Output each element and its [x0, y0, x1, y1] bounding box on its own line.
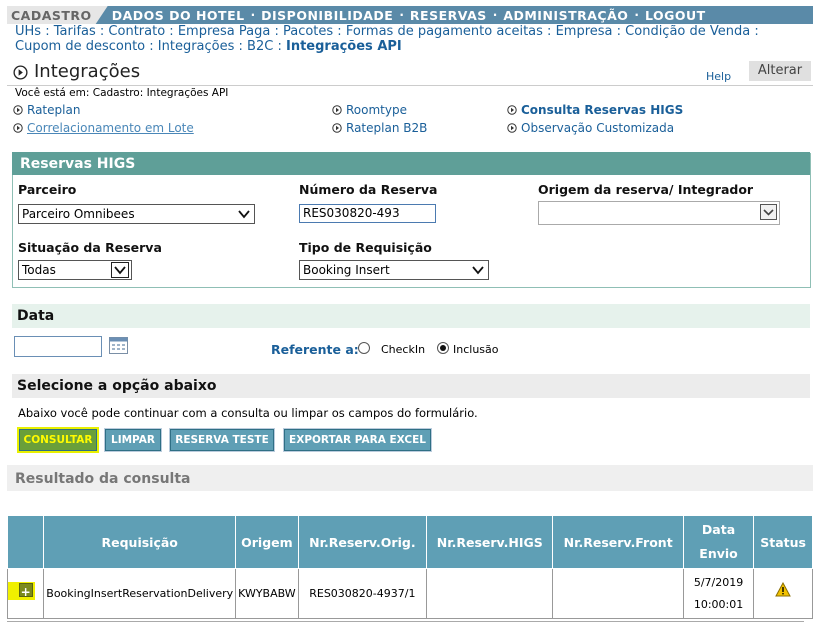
origem-dropdown-button[interactable]: [760, 204, 777, 220]
nav-item-logout[interactable]: LOGOUT: [645, 8, 706, 23]
radio-checkin[interactable]: [358, 342, 370, 354]
warning-icon: [775, 581, 791, 597]
chevron-down-icon: [763, 209, 774, 216]
radio-checkin-label: CheckIn: [381, 343, 426, 356]
sublink-empresa[interactable]: Empresa: [556, 24, 613, 39]
quicklink-rateplan[interactable]: Rateplan: [13, 103, 80, 117]
consultar-button[interactable]: CONSULTAR: [17, 427, 99, 453]
sublink-condicao-venda[interactable]: Condição de Venda: [625, 24, 750, 39]
quicklink-observacao[interactable]: Observação Customizada: [507, 121, 674, 135]
circle-arrow-icon: [13, 123, 23, 133]
exportar-excel-button[interactable]: EXPORTAR PARA EXCEL: [283, 428, 432, 452]
sublink-uhs[interactable]: UHs: [15, 24, 41, 39]
parceiro-label: Parceiro: [18, 182, 77, 197]
tipo-requisicao-select[interactable]: Booking Insert: [299, 260, 489, 280]
options-description: Abaixo você pode continuar com a consult…: [18, 406, 478, 420]
quicklink-roomtype[interactable]: Roomtype: [332, 103, 407, 117]
quicklink-rateplan-b2b[interactable]: Rateplan B2B: [332, 121, 427, 135]
parceiro-select[interactable]: Parceiro Omnibees: [18, 204, 255, 224]
nav-tab-cadastro[interactable]: CADASTRO: [7, 6, 108, 24]
help-link[interactable]: Help: [706, 70, 731, 83]
sublink-formas-pagamento[interactable]: Formas de pagamento aceitas: [346, 24, 543, 39]
radio-inclusao-label: Inclusão: [453, 343, 499, 356]
cell-nr-reserv-orig: RES030820-4937/1: [297, 568, 428, 619]
row-expander-cell[interactable]: [6, 568, 45, 619]
sublink-integracoes[interactable]: Integrações: [158, 39, 235, 54]
col-nr-reserv-higs: Nr.Reserv.HIGS: [426, 515, 554, 569]
page-header: Integrações Help Alterar: [7, 61, 813, 86]
numero-reserva-label: Número da Reserva: [299, 182, 438, 197]
panel-heading: Reservas HIGS: [12, 152, 810, 175]
page-title: Integrações: [34, 61, 141, 82]
col-expander: [6, 515, 45, 569]
circle-arrow-icon: [507, 105, 517, 115]
alterar-tab[interactable]: Alterar: [749, 61, 811, 81]
reserva-teste-button[interactable]: RESERVA TESTE: [169, 428, 275, 452]
top-nav: CADASTRO DADOS DO HOTEL · DISPONIBILIDAD…: [7, 6, 813, 24]
numero-reserva-input[interactable]: RES030820-493: [299, 204, 436, 223]
col-status: Status: [753, 515, 813, 569]
situacao-select[interactable]: Todas: [18, 260, 132, 280]
cell-nr-reserv-front: [552, 568, 684, 619]
quicklink-correlacionamento[interactable]: Correlacionamento em Lote: [13, 121, 194, 135]
sublink-cupom[interactable]: Cupom de desconto: [15, 39, 145, 54]
breadcrumb: Você está em: Cadastro: Integrações API: [15, 87, 229, 99]
circle-arrow-icon: [507, 123, 517, 133]
col-data-envio: Data Envio: [682, 515, 755, 569]
col-requisicao: Requisição: [43, 515, 237, 569]
results-table: Requisição Origem Nr.Reserv.Orig. Nr.Res…: [6, 515, 813, 619]
sublink-empresa-paga[interactable]: Empresa Paga: [178, 24, 271, 39]
circle-arrow-icon: [13, 65, 28, 80]
cell-requisicao: BookingInsertReservationDelivery: [43, 568, 237, 619]
sublink-pacotes[interactable]: Pacotes: [283, 24, 333, 39]
col-nr-reserv-front: Nr.Reserv.Front: [552, 515, 684, 569]
circle-arrow-icon: [332, 123, 342, 133]
plus-icon[interactable]: [18, 581, 33, 603]
sub-navigation: UHs : Tarifas : Contrato : Empresa Paga …: [15, 24, 759, 54]
cell-status: [753, 568, 813, 619]
referente-label: Referente a:: [271, 342, 359, 357]
circle-arrow-icon: [13, 105, 23, 115]
origem-select[interactable]: [538, 201, 780, 225]
data-section-heading: Data: [12, 304, 810, 328]
radio-inclusao[interactable]: [437, 342, 449, 354]
nav-item-disponibilidade[interactable]: DISPONIBILIDADE: [261, 8, 393, 23]
chevron-down-icon: [472, 266, 484, 275]
chevron-down-icon: [238, 210, 250, 219]
date-input[interactable]: [14, 336, 102, 357]
sublink-tarifas[interactable]: Tarifas: [54, 24, 96, 39]
calendar-icon[interactable]: [109, 337, 128, 354]
limpar-button[interactable]: LIMPAR: [104, 428, 162, 452]
chevron-down-icon: [114, 266, 126, 275]
sublink-contrato[interactable]: Contrato: [108, 24, 165, 39]
col-nr-reserv-orig: Nr.Reserv.Orig.: [297, 515, 428, 569]
nav-item-administracao[interactable]: ADMINISTRAÇÃO: [503, 8, 628, 23]
tipo-requisicao-label: Tipo de Requisição: [299, 240, 432, 255]
col-origem: Origem: [235, 515, 299, 569]
cell-data-envio: 5/7/2019 10:00:01: [682, 568, 755, 619]
sublink-integracoes-api[interactable]: Integrações API: [286, 39, 402, 54]
circle-arrow-icon: [332, 105, 342, 115]
options-heading: Selecione a opção abaixo: [12, 374, 810, 398]
results-heading: Resultado da consulta: [7, 465, 813, 491]
divider: [7, 621, 804, 622]
nav-item-reservas[interactable]: RESERVAS: [410, 8, 487, 23]
nav-item-dados-hotel[interactable]: DADOS DO HOTEL: [112, 8, 245, 23]
quicklink-consulta-reservas[interactable]: Consulta Reservas HIGS: [507, 103, 683, 117]
situacao-label: Situação da Reserva: [18, 240, 162, 255]
table-row: BookingInsertReservationDelivery KWYBABW…: [6, 568, 813, 619]
sublink-b2c[interactable]: B2C: [247, 39, 273, 54]
origem-label: Origem da reserva/ Integrador: [538, 182, 754, 197]
cell-origem: KWYBABW: [235, 568, 299, 619]
situacao-dropdown-button[interactable]: [111, 262, 129, 278]
cell-nr-reserv-higs: [426, 568, 554, 619]
